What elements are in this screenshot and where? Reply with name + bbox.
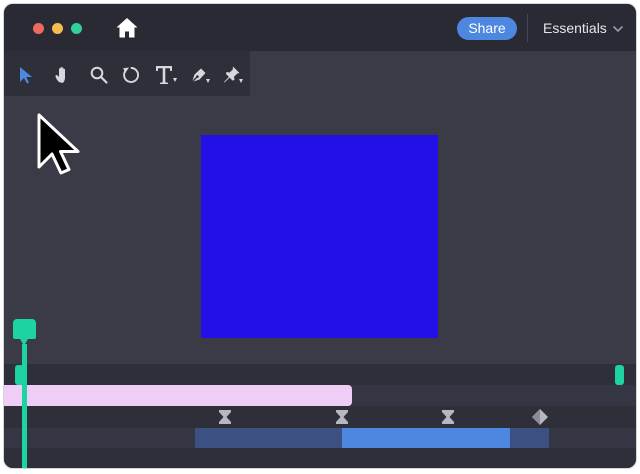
- chevron-down-icon: [613, 18, 623, 38]
- magnifier-icon[interactable]: [88, 64, 110, 86]
- type-t-icon[interactable]: [153, 64, 179, 86]
- pin-icon[interactable]: [221, 64, 245, 86]
- app-window: Share Essentials: [4, 4, 636, 468]
- title-bar: Share Essentials: [4, 4, 636, 51]
- canvas-layer-rectangle[interactable]: [201, 135, 438, 338]
- diamond-keyframe-icon[interactable]: [532, 409, 548, 425]
- hourglass-keyframe-icon[interactable]: [334, 409, 350, 425]
- timeline-empty-track: [4, 448, 636, 468]
- playhead-handle[interactable]: [13, 319, 36, 339]
- titlebar-divider: [527, 14, 528, 42]
- hourglass-keyframe-icon[interactable]: [217, 409, 233, 425]
- zoom-window-button[interactable]: [71, 23, 82, 34]
- playhead-line[interactable]: [22, 344, 27, 468]
- selected-property-range-bar[interactable]: [342, 428, 510, 448]
- minimize-window-button[interactable]: [52, 23, 63, 34]
- mouse-cursor-icon: [36, 112, 82, 176]
- share-button[interactable]: Share: [457, 17, 517, 40]
- layer-duration-bar[interactable]: [4, 385, 352, 406]
- workspace-dropdown[interactable]: Essentials: [543, 18, 623, 38]
- tools-panel: [4, 51, 250, 96]
- hand-icon[interactable]: [52, 64, 74, 86]
- pen-nib-icon[interactable]: [188, 64, 212, 86]
- timeline-work-area-track: [4, 364, 636, 385]
- close-window-button[interactable]: [33, 23, 44, 34]
- workspace-label: Essentials: [543, 20, 607, 36]
- rotate-icon[interactable]: [120, 64, 142, 86]
- hourglass-keyframe-icon[interactable]: [440, 409, 456, 425]
- home-icon[interactable]: [115, 16, 139, 40]
- work-area-end-handle[interactable]: [615, 365, 624, 385]
- arrow-pointer-icon[interactable]: [15, 64, 37, 86]
